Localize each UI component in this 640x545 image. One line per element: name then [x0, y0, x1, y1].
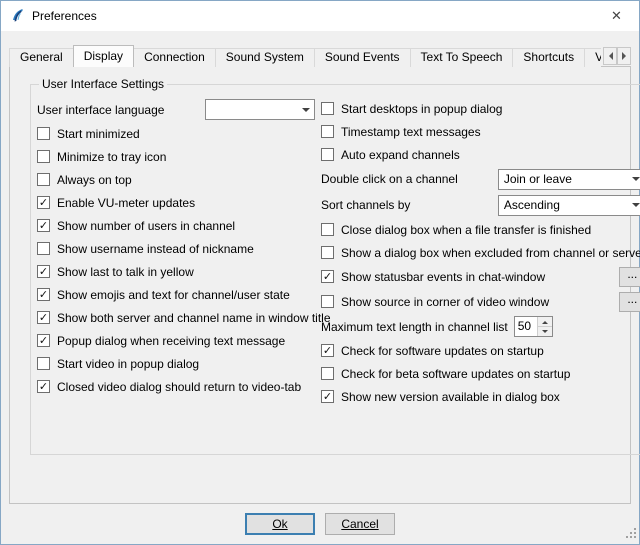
- display-tab-page: User Interface Settings User interface l…: [9, 66, 631, 504]
- checkbox-show-username[interactable]: Show username instead of nickname: [37, 237, 315, 260]
- max-text-length-label: Maximum text length in channel list: [321, 320, 508, 334]
- tab-sound-system[interactable]: Sound System: [215, 48, 315, 67]
- checkbox-vu-meter-updates[interactable]: ✓ Enable VU-meter updates: [37, 191, 315, 214]
- checkbox-box: ✓: [37, 196, 50, 209]
- language-label: User interface language: [37, 103, 164, 117]
- checkbox-check-updates[interactable]: ✓ Check for software updates on startup: [321, 339, 640, 362]
- checkbox-excluded-dialog[interactable]: Show a dialog box when excluded from cha…: [321, 241, 640, 264]
- checkbox-box: [37, 127, 50, 140]
- tab-display[interactable]: Display: [73, 45, 134, 67]
- window-title: Preferences: [32, 9, 97, 23]
- checkbox-statusbar-events[interactable]: ✓ Show statusbar events in chat-window: [321, 270, 545, 284]
- checkbox-auto-expand-channels[interactable]: Auto expand channels: [321, 143, 640, 166]
- title-bar[interactable]: Preferences ✕: [1, 1, 639, 31]
- checkbox-desktops-popup[interactable]: Start desktops in popup dialog: [321, 97, 640, 120]
- checkbox-timestamp-messages[interactable]: Timestamp text messages: [321, 120, 640, 143]
- chevron-down-icon: [628, 170, 640, 189]
- checkbox-show-user-count[interactable]: ✓ Show number of users in channel: [37, 214, 315, 237]
- checkbox-minimize-to-tray[interactable]: Minimize to tray icon: [37, 145, 315, 168]
- cancel-button[interactable]: Cancel: [325, 513, 395, 535]
- app-icon: [9, 8, 25, 24]
- checkbox-box: ✓: [37, 380, 50, 393]
- chevron-down-icon: [628, 196, 640, 215]
- tab-scroll-control: [603, 47, 631, 65]
- checkbox-start-minimized[interactable]: Start minimized: [37, 122, 315, 145]
- spin-down-button[interactable]: [538, 326, 552, 336]
- group-title: User Interface Settings: [39, 77, 167, 91]
- checkbox-box: ✓: [37, 219, 50, 232]
- sort-channels-label: Sort channels by: [321, 198, 410, 212]
- tab-video[interactable]: Video: [584, 48, 601, 67]
- right-column: Start desktops in popup dialog Timestamp…: [321, 97, 640, 408]
- spin-up-button[interactable]: [538, 317, 552, 326]
- dialog-button-row: Ok Cancel: [1, 504, 639, 544]
- left-column: User interface language Start minimized …: [37, 97, 315, 408]
- checkbox-window-title[interactable]: ✓ Show both server and channel name in w…: [37, 306, 315, 329]
- video-source-more-button[interactable]: ...: [619, 292, 640, 312]
- checkbox-always-on-top[interactable]: Always on top: [37, 168, 315, 191]
- checkbox-check-beta-updates[interactable]: Check for beta software updates on start…: [321, 362, 640, 385]
- checkbox-box: ✓: [37, 288, 50, 301]
- sort-channels-combobox[interactable]: Ascending: [498, 195, 640, 216]
- checkbox-box: [321, 125, 334, 138]
- resize-grip[interactable]: [625, 527, 637, 542]
- close-button[interactable]: ✕: [594, 1, 639, 31]
- checkbox-box: ✓: [321, 390, 334, 403]
- checkbox-video-source-corner[interactable]: Show source in corner of video window: [321, 295, 549, 309]
- checkbox-box: [321, 367, 334, 380]
- checkbox-video-popup[interactable]: Start video in popup dialog: [37, 352, 315, 375]
- checkbox-box: ✓: [321, 270, 334, 283]
- checkbox-box: ✓: [37, 265, 50, 278]
- preferences-window: Preferences ✕ General Display Connection…: [0, 0, 640, 545]
- checkbox-box: [321, 223, 334, 236]
- tab-sound-events[interactable]: Sound Events: [314, 48, 411, 67]
- tab-scroll-left-button[interactable]: [603, 47, 617, 65]
- tab-scroll-right-button[interactable]: [617, 47, 631, 65]
- language-combobox[interactable]: [205, 99, 315, 120]
- arrow-up-icon: [542, 318, 548, 324]
- double-click-label: Double click on a channel: [321, 172, 458, 186]
- checkbox-box: [37, 173, 50, 186]
- checkbox-close-on-transfer[interactable]: Close dialog box when a file transfer is…: [321, 218, 640, 241]
- checkbox-emoji-state[interactable]: ✓ Show emojis and text for channel/user …: [37, 283, 315, 306]
- checkbox-box: [321, 295, 334, 308]
- double-click-combobox[interactable]: Join or leave: [498, 169, 640, 190]
- checkbox-box: ✓: [37, 334, 50, 347]
- arrow-down-icon: [542, 330, 548, 336]
- max-text-length-spinner[interactable]: 50: [514, 316, 553, 337]
- statusbar-events-more-button[interactable]: ...: [619, 267, 640, 287]
- tab-text-to-speech[interactable]: Text To Speech: [410, 48, 514, 67]
- checkbox-box: [321, 102, 334, 115]
- chevron-down-icon: [297, 100, 314, 119]
- checkbox-box: [37, 242, 50, 255]
- checkbox-new-version-dialog[interactable]: ✓ Show new version available in dialog b…: [321, 385, 640, 408]
- checkbox-box: [37, 150, 50, 163]
- checkbox-box: [321, 246, 334, 259]
- checkbox-box: ✓: [321, 344, 334, 357]
- tab-general[interactable]: General: [9, 48, 74, 67]
- arrow-right-icon: [622, 52, 630, 60]
- checkbox-box: [37, 357, 50, 370]
- tab-strip: General Display Connection Sound System …: [9, 45, 631, 67]
- checkbox-last-to-talk[interactable]: ✓ Show last to talk in yellow: [37, 260, 315, 283]
- checkbox-box: [321, 148, 334, 161]
- tab-connection[interactable]: Connection: [133, 48, 216, 67]
- checkbox-video-return-tab[interactable]: ✓ Closed video dialog should return to v…: [37, 375, 315, 398]
- arrow-left-icon: [605, 52, 613, 60]
- checkbox-popup-text-message[interactable]: ✓ Popup dialog when receiving text messa…: [37, 329, 315, 352]
- group-user-interface-settings: User Interface Settings User interface l…: [30, 77, 640, 455]
- ok-button[interactable]: Ok: [245, 513, 315, 535]
- checkbox-box: ✓: [37, 311, 50, 324]
- tab-shortcuts[interactable]: Shortcuts: [512, 48, 585, 67]
